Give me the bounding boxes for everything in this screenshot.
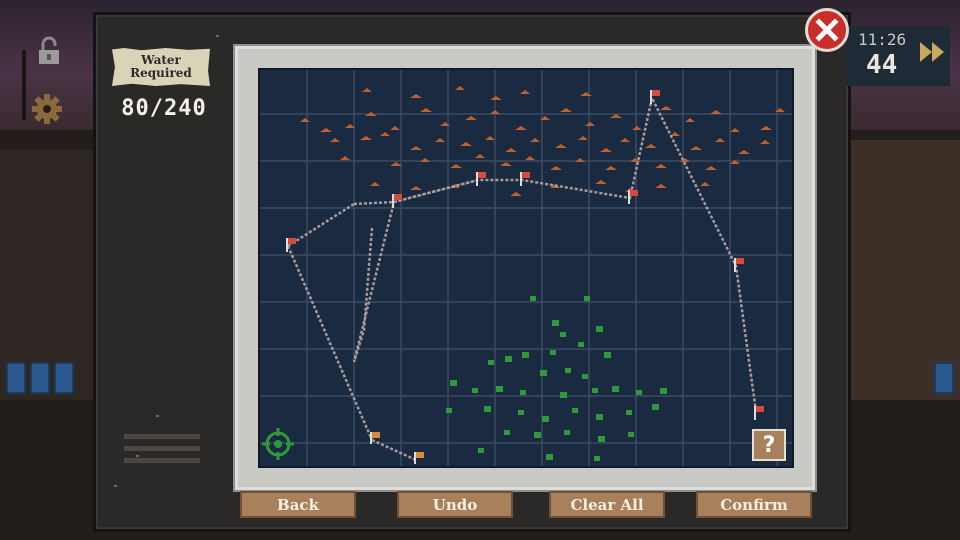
fast-forward-icon[interactable]	[918, 40, 948, 64]
flag-icon[interactable]	[414, 452, 424, 464]
map-canvas[interactable]	[260, 70, 792, 466]
water-required-label: Water Required	[112, 48, 210, 86]
back-button[interactable]: Back	[240, 491, 356, 518]
crosshair-center	[274, 440, 282, 448]
antenna-pole	[22, 50, 26, 120]
day-counter: 44	[866, 50, 898, 80]
flag-icon[interactable]	[520, 172, 530, 186]
expedition-route-segment	[353, 200, 395, 206]
flag-icon[interactable]	[650, 90, 660, 104]
flag-icon[interactable]	[734, 258, 744, 272]
water-required-count: 80/240	[121, 96, 207, 121]
help-button[interactable]: ?	[752, 429, 786, 461]
gear-icon[interactable]	[30, 92, 64, 126]
water-tank	[6, 362, 26, 394]
flag-icon[interactable]	[286, 238, 296, 252]
water-tank	[30, 362, 50, 394]
forest-area	[446, 296, 667, 461]
padlock-icon[interactable]	[38, 36, 60, 66]
flag-icon[interactable]	[754, 406, 764, 420]
clock-time: 11:26	[858, 30, 907, 49]
undo-button[interactable]: Undo	[397, 491, 513, 518]
water-tank	[54, 362, 74, 394]
indicator-bars	[124, 434, 200, 470]
expedition-map[interactable]	[258, 68, 794, 468]
shelter-right-room	[848, 140, 960, 400]
expedition-route-segment	[287, 202, 355, 248]
close-icon	[815, 18, 839, 42]
confirm-button[interactable]: Confirm	[696, 491, 812, 518]
close-button[interactable]	[805, 8, 849, 52]
water-tank	[934, 362, 954, 394]
expedition-route-segment	[393, 178, 479, 204]
clear-all-button[interactable]: Clear All	[549, 491, 665, 518]
